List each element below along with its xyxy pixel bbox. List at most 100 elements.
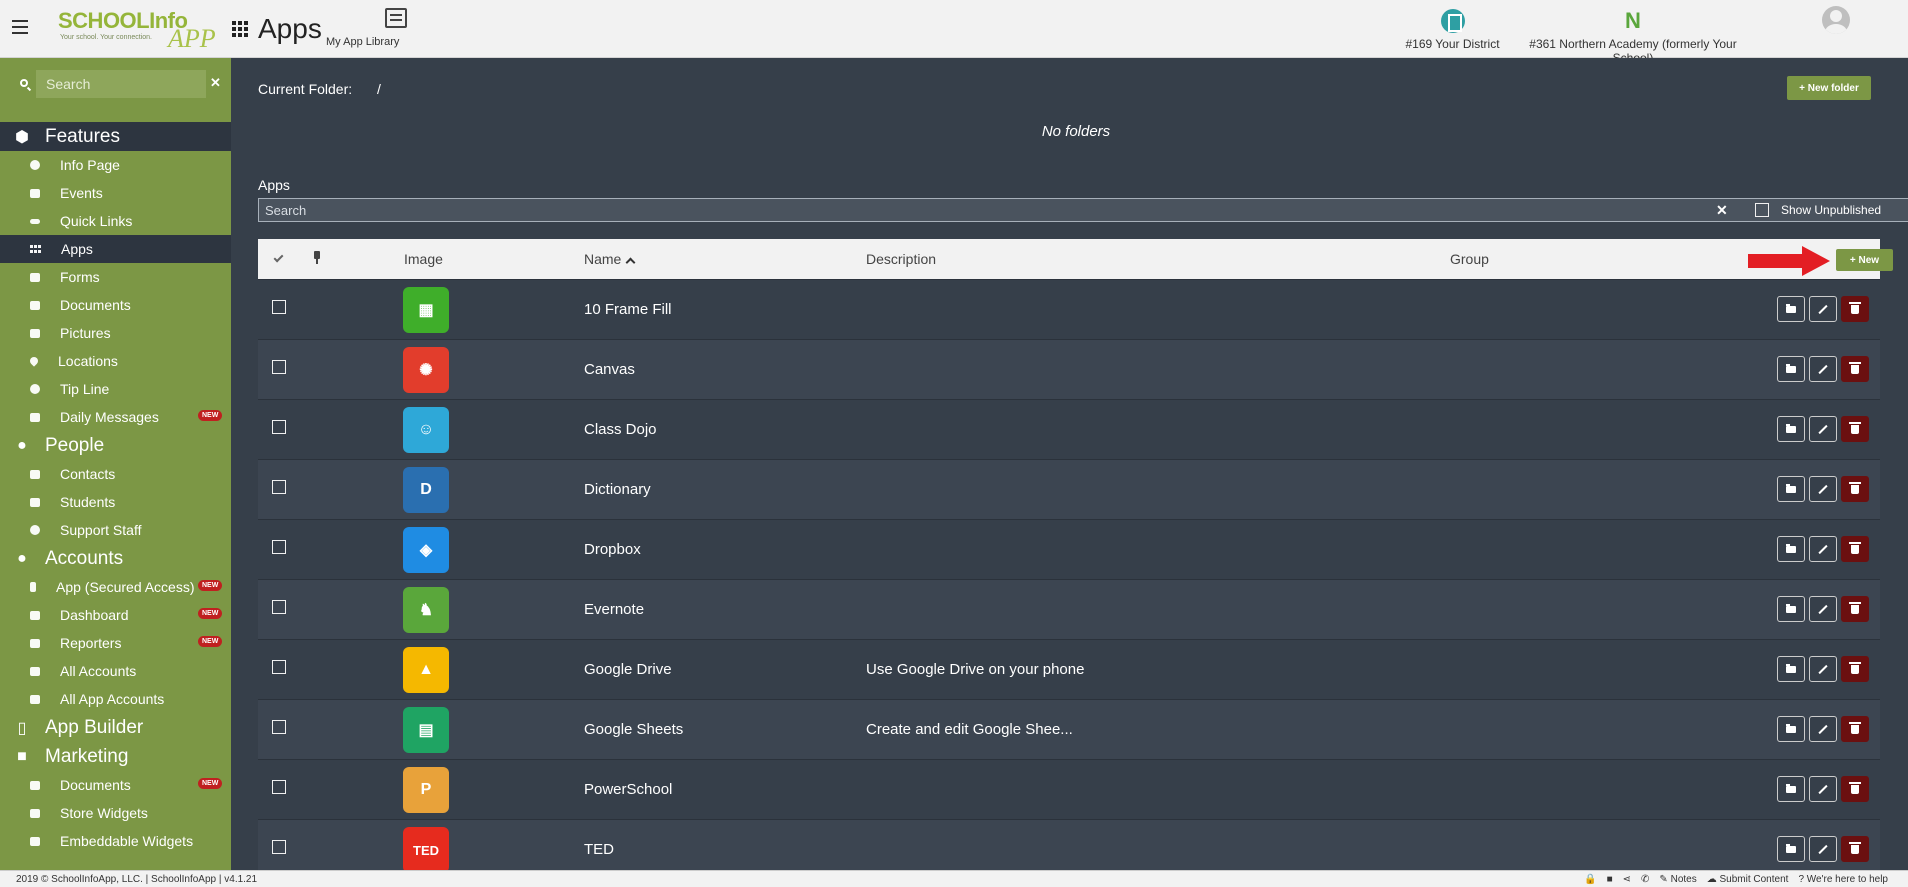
app-name[interactable]: Canvas: [584, 361, 635, 378]
new-folder-button[interactable]: + New folder: [1787, 76, 1871, 100]
move-to-folder-button[interactable]: [1777, 656, 1805, 682]
submit-content-link[interactable]: ☁ Submit Content: [1707, 874, 1789, 885]
edit-button[interactable]: [1809, 296, 1837, 322]
app-name[interactable]: Class Dojo: [584, 421, 657, 438]
sidebar-section-accounts[interactable]: ● Accounts: [0, 544, 231, 573]
sidebar-item-reporters[interactable]: Reporters NEW: [0, 629, 231, 657]
sidebar-item-daily-messages[interactable]: Daily Messages NEW: [0, 403, 231, 431]
sidebar-item-events[interactable]: Events: [0, 179, 231, 207]
delete-button[interactable]: [1841, 416, 1869, 442]
my-app-library-link[interactable]: My App Library: [326, 8, 456, 48]
sidebar-item-info-page[interactable]: Info Page: [0, 151, 231, 179]
table-row[interactable]: ▤ Google Sheets Create and edit Google She…: [258, 699, 1880, 759]
video-icon[interactable]: ■: [1607, 874, 1613, 885]
phone-icon[interactable]: ✆: [1641, 874, 1649, 885]
table-row[interactable]: ✺ Canvas: [258, 339, 1880, 399]
edit-button[interactable]: [1809, 536, 1837, 562]
app-name[interactable]: Dropbox: [584, 541, 641, 558]
sidebar-section-features[interactable]: ⬢ Features: [0, 122, 231, 151]
sidebar-item-support-staff[interactable]: Support Staff: [0, 516, 231, 544]
sidebar-item-dashboard[interactable]: Dashboard NEW: [0, 601, 231, 629]
sidebar-item-contacts[interactable]: Contacts: [0, 460, 231, 488]
sidebar-item-all-accounts[interactable]: All Accounts: [0, 657, 231, 685]
table-row[interactable]: ▦ 10 Frame Fill: [258, 279, 1880, 339]
share-icon[interactable]: ⋖: [1623, 874, 1631, 885]
move-to-folder-button[interactable]: [1777, 416, 1805, 442]
row-checkbox[interactable]: [272, 600, 286, 614]
district-selector[interactable]: #169 Your District: [1400, 9, 1505, 51]
apps-search-input[interactable]: [258, 198, 1908, 222]
sidebar-section-marketing[interactable]: ■ Marketing: [0, 742, 231, 771]
move-to-folder-button[interactable]: [1777, 536, 1805, 562]
delete-button[interactable]: [1841, 296, 1869, 322]
row-checkbox[interactable]: [272, 360, 286, 374]
row-checkbox[interactable]: [272, 780, 286, 794]
row-checkbox[interactable]: [272, 480, 286, 494]
sidebar-item-tip-line[interactable]: Tip Line: [0, 375, 231, 403]
delete-button[interactable]: [1841, 776, 1869, 802]
sidebar-item-documents[interactable]: Documents: [0, 291, 231, 319]
delete-button[interactable]: [1841, 536, 1869, 562]
move-to-folder-button[interactable]: [1777, 596, 1805, 622]
lock-icon[interactable]: 🔒: [1584, 874, 1596, 885]
edit-button[interactable]: [1809, 416, 1837, 442]
delete-button[interactable]: [1841, 476, 1869, 502]
sidebar-item-quick-links[interactable]: Quick Links: [0, 207, 231, 235]
sidebar-search-input[interactable]: [36, 70, 206, 98]
sidebar-item-forms[interactable]: Forms: [0, 263, 231, 291]
delete-button[interactable]: [1841, 656, 1869, 682]
edit-button[interactable]: [1809, 776, 1837, 802]
move-to-folder-button[interactable]: [1777, 776, 1805, 802]
row-checkbox[interactable]: [272, 300, 286, 314]
edit-button[interactable]: [1809, 836, 1837, 862]
show-unpublished-toggle[interactable]: Show Unpublished: [1755, 203, 1881, 217]
sidebar-item-pictures[interactable]: Pictures: [0, 319, 231, 347]
sidebar-section-people[interactable]: ● People: [0, 431, 231, 460]
clear-search-icon[interactable]: ✕: [1716, 202, 1728, 219]
sidebar-item-all-app-accounts[interactable]: All App Accounts: [0, 685, 231, 713]
show-unpublished-checkbox[interactable]: [1755, 203, 1769, 217]
table-row[interactable]: ☺ Class Dojo: [258, 399, 1880, 459]
column-header-name[interactable]: Name: [584, 251, 636, 268]
sidebar-item-embeddable-widgets[interactable]: Embeddable Widgets: [0, 827, 231, 855]
app-name[interactable]: TED: [584, 841, 614, 858]
app-name[interactable]: Google Drive: [584, 661, 672, 678]
row-checkbox[interactable]: [272, 840, 286, 854]
school-selector[interactable]: N #361 Northern Academy (formerly Your S…: [1508, 9, 1758, 66]
pin-icon[interactable]: [314, 251, 320, 264]
move-to-folder-button[interactable]: [1777, 836, 1805, 862]
row-checkbox[interactable]: [272, 420, 286, 434]
edit-button[interactable]: [1809, 716, 1837, 742]
notes-link[interactable]: ✎ Notes: [1659, 874, 1696, 885]
app-name[interactable]: Evernote: [584, 601, 644, 618]
delete-button[interactable]: [1841, 716, 1869, 742]
schoolinfoapp-logo[interactable]: SCHOOLInfo Your school. Your connection.…: [58, 6, 216, 53]
sidebar-item-students[interactable]: Students: [0, 488, 231, 516]
app-name[interactable]: Google Sheets: [584, 721, 683, 738]
move-to-folder-button[interactable]: [1777, 356, 1805, 382]
app-name[interactable]: PowerSchool: [584, 781, 672, 798]
help-link[interactable]: ? We're here to help: [1798, 874, 1888, 885]
table-row[interactable]: ♞ Evernote: [258, 579, 1880, 639]
delete-button[interactable]: [1841, 356, 1869, 382]
move-to-folder-button[interactable]: [1777, 716, 1805, 742]
new-app-button[interactable]: + New: [1836, 249, 1893, 271]
table-row[interactable]: P PowerSchool: [258, 759, 1880, 819]
user-avatar[interactable]: [1822, 6, 1850, 34]
select-all-check-icon[interactable]: [273, 252, 284, 263]
table-row[interactable]: ◈ Dropbox: [258, 519, 1880, 579]
edit-button[interactable]: [1809, 356, 1837, 382]
table-row[interactable]: D Dictionary: [258, 459, 1880, 519]
sidebar-item-app-secured-access[interactable]: App (Secured Access) NEW: [0, 573, 231, 601]
hamburger-menu-icon[interactable]: [12, 20, 28, 34]
edit-button[interactable]: [1809, 476, 1837, 502]
move-to-folder-button[interactable]: [1777, 476, 1805, 502]
sidebar-section-app-builder[interactable]: ▯ App Builder: [0, 713, 231, 742]
app-name[interactable]: 10 Frame Fill: [584, 301, 672, 318]
edit-button[interactable]: [1809, 596, 1837, 622]
sidebar-item-store-widgets[interactable]: Store Widgets: [0, 799, 231, 827]
move-to-folder-button[interactable]: [1777, 296, 1805, 322]
delete-button[interactable]: [1841, 596, 1869, 622]
row-checkbox[interactable]: [272, 540, 286, 554]
delete-button[interactable]: [1841, 836, 1869, 862]
